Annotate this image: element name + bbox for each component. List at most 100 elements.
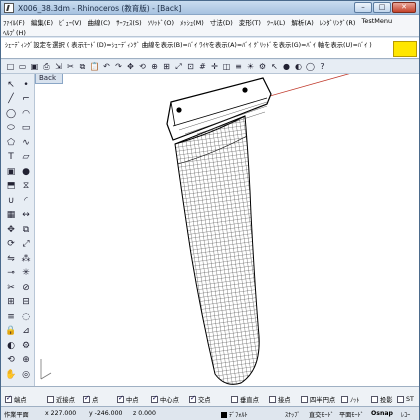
current-layer[interactable]: ﾃﾞﾌｫﾙﾄ [221,410,248,419]
surface-icon[interactable]: ▱ [19,151,33,164]
join-icon[interactable]: ⊸ [4,267,18,280]
osnap-option[interactable]: 四半円点 [301,395,335,404]
boolean-union-icon[interactable]: ∪ [4,194,18,207]
layer-icon[interactable]: ≡ [4,310,18,323]
menu-item[interactable]: 変形(T) [239,17,261,27]
osnap-option[interactable]: 投影 [371,395,393,404]
help-icon[interactable]: ? [317,61,328,72]
dimension-icon[interactable]: ↔ [19,209,33,222]
hide-icon[interactable]: ◌ [19,310,33,323]
copy-icon[interactable]: ⧉ [77,61,88,72]
polygon-icon[interactable]: ⬠ [4,136,18,149]
menu-item[interactable]: 曲線(C) [88,17,111,27]
osnap-checkbox[interactable] [151,394,158,403]
maximize-button[interactable]: □ [373,2,391,13]
arc-icon[interactable]: ◠ [19,107,33,120]
osnap-checkbox[interactable] [47,396,54,403]
zoom-selected-icon[interactable]: ⊡ [185,61,196,72]
menu-item[interactable]: 編集(E) [31,17,53,27]
analyze-icon[interactable]: ⊿ [19,325,33,338]
menu-item[interactable]: ｻｰﾌｪｽ(S) [116,17,141,27]
cut-icon[interactable]: ✂ [65,61,76,72]
select-icon[interactable]: ↖ [269,61,280,72]
grid-icon[interactable]: # [197,61,208,72]
osnap-checkbox[interactable] [397,396,404,403]
close-button[interactable]: ✕ [392,2,416,13]
menu-item[interactable]: 解析(A) [291,17,314,27]
explode-icon[interactable]: ✳ [19,267,33,280]
osnap-checkbox[interactable] [231,396,238,403]
copy-icon[interactable]: ⧉ [19,223,33,236]
osnap-option[interactable]: 中点 [117,394,139,404]
osnap-checkbox[interactable] [301,396,308,403]
osnap-option[interactable]: ST [397,395,414,404]
menu-item[interactable]: ﾒｯｼｭ(M) [180,17,204,27]
box-icon[interactable]: ▣ [4,165,18,178]
menu-item[interactable]: ﾂｰﾙ(L) [267,17,285,27]
wireframe-icon[interactable]: ◫ [221,61,232,72]
viewport-canvas[interactable] [35,74,419,386]
select-arrow-icon[interactable]: ↖ [4,78,18,91]
properties-icon[interactable]: ⚙ [19,339,33,352]
title-bar[interactable]: X006_38.3dm - Rhinoceros (教育版) - [Back] … [1,1,419,15]
viewport-back[interactable]: Back [35,74,419,386]
scale-icon[interactable]: ⤢ [19,238,33,251]
mirror-icon[interactable]: ⇋ [4,252,18,265]
pan-icon[interactable]: ✋ [4,368,18,381]
menu-item[interactable]: ﾚﾝﾀﾞﾘﾝｸﾞ(R) [320,17,356,27]
sphere-icon[interactable]: ● [19,165,33,178]
menu-item[interactable]: 寸法(D) [210,17,233,27]
properties-icon[interactable]: ⚙ [257,61,268,72]
undo-icon[interactable]: ↶ [101,61,112,72]
import-icon[interactable]: ⇲ [53,61,64,72]
redo-icon[interactable]: ↷ [113,61,124,72]
lock-icon[interactable]: 🔒 [4,325,18,338]
new-icon[interactable]: □ [5,61,16,72]
mesh-icon[interactable]: ▦ [4,209,18,222]
rectangle-icon[interactable]: ▭ [19,122,33,135]
menu-item[interactable]: TestMenu [361,17,392,27]
osnap-checkbox[interactable] [189,394,196,403]
cplane-label[interactable]: 作業平面 [4,410,29,419]
osnap-option[interactable]: 交点 [189,394,211,404]
osnap-checkbox[interactable] [83,394,90,403]
sphere-icon[interactable]: ◯ [305,61,316,72]
blade-body[interactable] [174,115,260,385]
curve-icon[interactable]: ∿ [19,136,33,149]
trim-icon[interactable]: ✂ [4,281,18,294]
render-icon[interactable]: ◐ [4,339,18,352]
pan-icon[interactable]: ✥ [125,61,136,72]
osnap-option[interactable]: 中心点 [151,394,179,404]
osnap-checkbox[interactable] [371,396,378,403]
menu-item[interactable]: ｿﾘｯﾄﾞ(O) [148,17,174,27]
move-icon[interactable]: ✛ [209,61,220,72]
move-icon[interactable]: ✥ [4,223,18,236]
osnap-checkbox[interactable] [269,396,276,403]
osnap-checkbox[interactable] [117,394,124,403]
material-icon[interactable]: ◐ [293,61,304,72]
osnap-option[interactable]: 接点 [269,395,291,404]
osnap-option[interactable]: 近接点 [47,395,75,404]
viewport-label[interactable]: Back [35,74,63,84]
osnap-icon[interactable]: ◎ [19,368,33,381]
line-icon[interactable]: ╱ [4,93,18,106]
osnap-option[interactable]: 垂直点 [231,395,259,404]
text-icon[interactable]: T [4,151,18,164]
osnap-option[interactable]: 端点 [5,394,27,404]
render-icon[interactable]: ● [281,61,292,72]
group-icon[interactable]: ⊞ [4,296,18,309]
circle-icon[interactable]: ◯ [4,107,18,120]
layer-icon[interactable]: ≡ [233,61,244,72]
command-input[interactable] [5,49,387,58]
planar-toggle[interactable]: 平面ﾓｰﾄﾞ [339,410,364,419]
menu-item[interactable]: ﾍﾙﾌﾟ(H) [3,27,26,37]
fillet-icon[interactable]: ◜ [19,194,33,207]
history-icon[interactable]: ⟲ [4,354,18,367]
osnap-checkbox[interactable] [5,394,12,403]
paste-icon[interactable]: 📋 [89,61,100,72]
osnap-toggle[interactable]: Osnap [371,410,393,417]
extrude-icon[interactable]: ⬒ [4,180,18,193]
polyline-icon[interactable]: ⌐ [19,93,33,106]
ortho-toggle[interactable]: 直交ﾓｰﾄﾞ [309,410,334,419]
point-icon[interactable]: • [19,78,33,91]
